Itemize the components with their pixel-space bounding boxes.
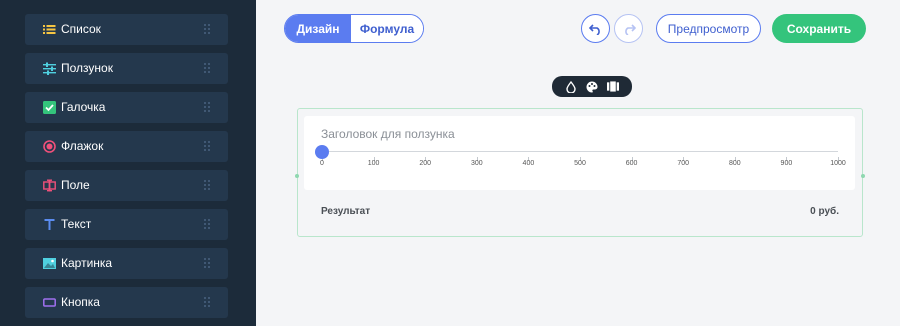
sidebar-item-label: Текст xyxy=(61,217,92,231)
text-icon xyxy=(44,219,55,230)
drag-handle-icon[interactable] xyxy=(203,101,211,113)
slider-widget[interactable]: Заголовок для ползунка 0 100 200 300 400 500 6… xyxy=(304,116,855,190)
drag-handle-icon[interactable] xyxy=(203,257,211,269)
undo-icon xyxy=(588,23,600,35)
resize-handle-left[interactable] xyxy=(295,174,299,178)
sidebar: Список Ползунок Галочка Флажок Поле Текс… xyxy=(0,0,256,326)
sidebar-item-radio[interactable]: Флажок xyxy=(25,131,228,162)
color-drop-icon[interactable] xyxy=(565,80,577,93)
sidebar-item-checkbox[interactable]: Галочка xyxy=(25,92,228,123)
redo-icon xyxy=(624,23,636,35)
sidebar-item-label: Список xyxy=(61,22,101,36)
slider-tick-label: 800 xyxy=(728,160,741,167)
radio-icon xyxy=(43,140,56,153)
drag-handle-icon[interactable] xyxy=(203,179,211,191)
slider-tick-label: 100 xyxy=(367,160,380,167)
sidebar-item-image[interactable]: Картинка xyxy=(25,248,228,279)
sidebar-item-label: Флажок xyxy=(61,139,104,153)
sidebar-item-list[interactable]: Список xyxy=(25,14,228,45)
slider-tick-label: 0 xyxy=(320,160,324,167)
result-row: Результат 0 руб. xyxy=(304,197,855,227)
redo-button[interactable] xyxy=(614,14,643,43)
style-toolbar xyxy=(552,76,632,97)
button-icon xyxy=(43,298,56,307)
slider-track[interactable] xyxy=(322,151,838,152)
sidebar-item-field[interactable]: Поле xyxy=(25,170,228,201)
slider-tick-label: 700 xyxy=(677,160,690,167)
slider-tick-label: 600 xyxy=(625,160,638,167)
drag-handle-icon[interactable] xyxy=(203,62,211,74)
drag-handle-icon[interactable] xyxy=(203,140,211,152)
formula-tab[interactable]: Формула xyxy=(351,15,423,42)
mode-switch: Дизайн Формула xyxy=(284,14,424,43)
slider-tick-label: 400 xyxy=(522,160,535,167)
preview-button[interactable]: Предпросмотр xyxy=(656,14,761,43)
checkbox-icon xyxy=(43,101,56,114)
slider-thumb[interactable] xyxy=(315,145,329,159)
image-icon xyxy=(43,258,56,269)
palette-icon[interactable] xyxy=(586,81,598,93)
sidebar-item-slider[interactable]: Ползунок xyxy=(25,53,228,84)
input-field-icon xyxy=(43,179,56,192)
sidebar-item-label: Ползунок xyxy=(61,61,113,75)
slider-title[interactable]: Заголовок для ползунка xyxy=(321,127,455,141)
sidebar-item-label: Поле xyxy=(61,178,90,192)
drag-handle-icon[interactable] xyxy=(203,218,211,230)
drag-handle-icon[interactable] xyxy=(203,23,211,35)
slider-tick-label: 500 xyxy=(574,160,586,167)
result-value: 0 руб. xyxy=(810,206,839,217)
resize-handle-right[interactable] xyxy=(861,174,865,178)
sidebar-item-button[interactable]: Кнопка xyxy=(25,287,228,318)
sidebar-item-text[interactable]: Текст xyxy=(25,209,228,240)
sidebar-item-label: Галочка xyxy=(61,100,106,114)
result-label: Результат xyxy=(321,206,371,217)
save-button[interactable]: Сохранить xyxy=(772,14,866,43)
drag-handle-icon[interactable] xyxy=(203,296,211,308)
slider-tick-label: 300 xyxy=(470,160,483,167)
sidebar-item-label: Картинка xyxy=(61,256,113,270)
slider-tick-label: 200 xyxy=(419,160,432,167)
sliders-icon xyxy=(43,62,56,75)
slider-tick-label: 900 xyxy=(780,160,793,167)
sidebar-item-label: Кнопка xyxy=(61,295,100,309)
slider-tick-label: 1000 xyxy=(830,160,846,167)
editor-root: Список Ползунок Галочка Флажок Поле Текс… xyxy=(0,0,900,326)
layout-columns-icon[interactable] xyxy=(607,81,620,93)
list-icon xyxy=(43,25,56,34)
design-tab[interactable]: Дизайн xyxy=(285,15,351,42)
undo-button[interactable] xyxy=(581,14,610,43)
